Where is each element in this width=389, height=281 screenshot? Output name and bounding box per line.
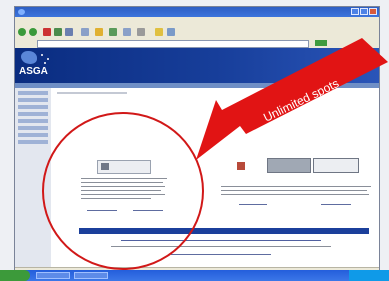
screenshot-photo: ASGA Unlimited spots but 5 per member (0, 0, 389, 281)
annotation-arrow: Unlimited spots but 5 per member (196, 38, 388, 160)
